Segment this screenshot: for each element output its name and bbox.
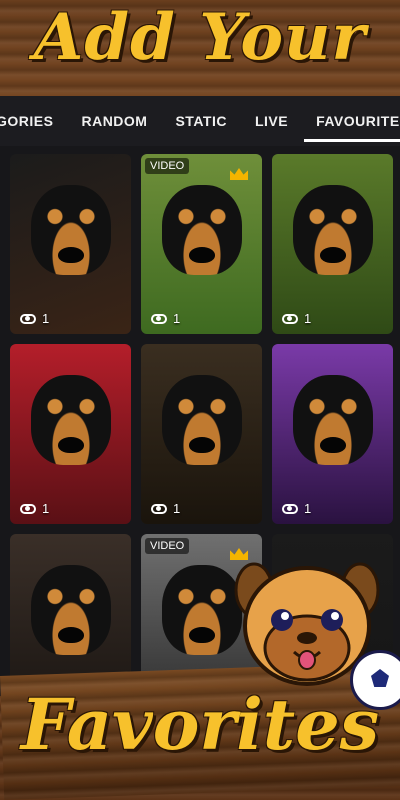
view-count: 1 xyxy=(20,501,49,516)
tab-static[interactable]: STATIC xyxy=(161,96,240,146)
hero-title: Add Your xyxy=(33,0,367,75)
tab-live[interactable]: LIVE xyxy=(241,96,302,146)
eye-icon xyxy=(20,503,36,514)
eye-icon xyxy=(20,313,36,324)
wallpaper-tile[interactable]: 1 xyxy=(10,344,131,524)
footer-title: Favorites xyxy=(20,683,380,766)
view-count: 1 xyxy=(20,311,49,326)
wallpaper-tile[interactable]: 1 xyxy=(272,154,393,334)
view-count: 1 xyxy=(282,311,311,326)
wallpaper-tile[interactable]: 1 xyxy=(141,344,262,524)
view-count: 1 xyxy=(151,501,180,516)
eye-icon xyxy=(151,313,167,324)
dog-nose xyxy=(319,436,346,453)
dog-nose xyxy=(188,626,215,643)
video-badge: VIDEO xyxy=(145,158,190,174)
wallpaper-tile[interactable]: 1 xyxy=(10,154,131,334)
dog-nose xyxy=(57,626,84,643)
dog-nose xyxy=(57,436,84,453)
eye-icon xyxy=(282,313,298,324)
tab-categories[interactable]: GORIES xyxy=(0,96,67,146)
dog-nose xyxy=(188,436,215,453)
crown-icon xyxy=(230,168,248,180)
dog-nose xyxy=(57,246,84,263)
wallpaper-tile[interactable]: VIDEO 1 xyxy=(141,154,262,334)
dog-nose xyxy=(188,246,215,263)
wallpaper-tile[interactable]: 1 xyxy=(272,344,393,524)
tab-random[interactable]: RANDOM xyxy=(67,96,161,146)
eye-icon xyxy=(151,503,167,514)
dog-nose xyxy=(319,246,346,263)
eye-icon xyxy=(282,503,298,514)
view-count: 1 xyxy=(151,311,180,326)
view-count: 1 xyxy=(282,501,311,516)
tab-favourite[interactable]: FAVOURITE xyxy=(302,96,400,146)
category-tabs: GORIES RANDOM STATIC LIVE FAVOURITE xyxy=(0,96,400,146)
video-badge: VIDEO xyxy=(145,538,190,554)
